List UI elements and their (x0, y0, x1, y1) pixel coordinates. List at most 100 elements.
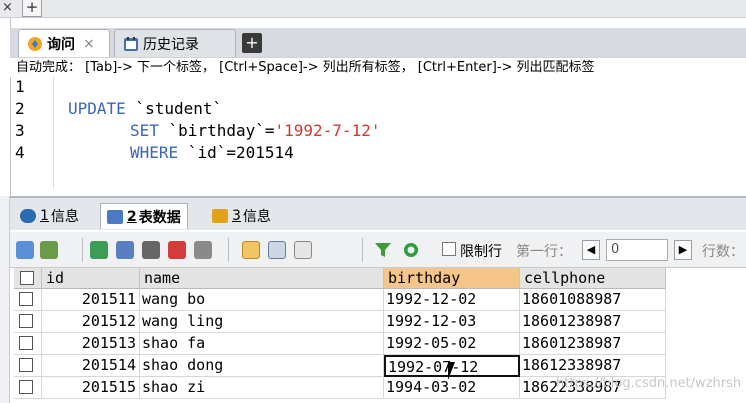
mouse-cursor-icon (448, 362, 462, 380)
row-selector[interactable] (14, 355, 42, 377)
rows-label: 行数： (702, 244, 744, 260)
column-header-cellphone[interactable]: cellphone (520, 268, 666, 289)
line-number-gutter: 1 2 3 4 (10, 77, 54, 189)
tab-label: 表数据 (138, 209, 181, 226)
sql-keyword: SET (130, 121, 159, 140)
add-tab-button[interactable]: + (242, 33, 262, 53)
toolbar-separator (82, 238, 83, 262)
line-number: 1 (15, 77, 25, 96)
first-row-input[interactable]: 0 (606, 239, 668, 261)
row-checkbox[interactable] (19, 358, 33, 372)
import-icon[interactable] (40, 241, 58, 259)
sql-text: `id`=201514 (178, 143, 294, 162)
tab-history[interactable]: 历史记录 (114, 29, 236, 57)
tab-query-label: 询问 (47, 36, 75, 53)
tab-close-icon[interactable]: × (83, 36, 95, 52)
refresh-icon[interactable] (402, 241, 420, 259)
form-view-icon[interactable] (268, 241, 286, 259)
row-selector[interactable] (14, 289, 42, 311)
discard-icon[interactable] (194, 241, 212, 259)
cell-cellphone[interactable]: 18601238987 (520, 311, 666, 333)
column-header-name[interactable]: name (140, 268, 384, 289)
cell-birthday[interactable]: 1992-12-02 (384, 289, 520, 311)
sql-keyword: UPDATE (68, 99, 126, 118)
tab-table-data[interactable]: 2 表数据 (100, 203, 188, 229)
tab-label: 信息 (242, 209, 271, 225)
cell-name[interactable]: wang ling (140, 311, 384, 333)
tab-info-1[interactable]: 1 信息 (14, 203, 85, 229)
table-icon (107, 209, 123, 224)
sql-string: '1992-7-12' (274, 121, 381, 140)
row-checkbox[interactable] (19, 336, 33, 350)
sql-text: `student` (125, 99, 223, 118)
window-topbar: × + (0, 0, 746, 18)
cell-id[interactable]: 201514 (42, 355, 140, 377)
row-selector[interactable] (14, 333, 42, 355)
limit-rows-checkbox[interactable] (442, 242, 456, 256)
row-checkbox[interactable] (19, 314, 33, 328)
column-header-id[interactable]: id (42, 268, 140, 289)
select-all-header[interactable] (14, 268, 42, 289)
row-selector[interactable] (14, 377, 42, 399)
results-toolbar: 限制行 第一行： ◀ 0 ▶ 行数： (10, 232, 746, 268)
text-view-icon[interactable] (294, 241, 312, 259)
row-selector[interactable] (14, 311, 42, 333)
info-icon (212, 209, 228, 223)
prev-page-button[interactable]: ◀ (582, 240, 600, 260)
cell-birthday[interactable]: 1992-05-02 (384, 333, 520, 355)
export-icon[interactable] (16, 241, 34, 259)
cell-cellphone[interactable]: 18612338987 (520, 355, 666, 377)
cell-name[interactable]: shao dong (140, 355, 384, 377)
query-icon (27, 36, 43, 52)
results-tabstrip: 1 信息 2 表数据 3 信息 (10, 196, 746, 230)
code-line-4: WHERE `id`=201514 (130, 143, 294, 162)
line-number: 2 (15, 99, 25, 118)
left-edge-panel (0, 196, 10, 403)
cell-name[interactable]: wang bo (140, 289, 384, 311)
watermark: https://blog.csdn.net/wzhrsh (556, 376, 742, 391)
info-icon (20, 209, 36, 223)
tab-number: 3 (232, 208, 241, 224)
editor-tabstrip: 询问 × 历史记录 + (10, 28, 746, 57)
cell-name[interactable]: shao zi (140, 377, 384, 399)
delete-icon[interactable] (168, 241, 186, 259)
tab-number: 2 (127, 208, 137, 225)
row-checkbox[interactable] (19, 292, 33, 306)
insert-row-icon[interactable] (90, 241, 108, 259)
cell-id[interactable]: 201515 (42, 377, 140, 399)
history-icon (123, 36, 139, 52)
tab-history-label: 历史记录 (143, 36, 199, 53)
tab-query[interactable]: 询问 × (18, 29, 110, 57)
limit-rows-label: 限制行 (460, 244, 502, 260)
next-page-button[interactable]: ▶ (674, 240, 692, 260)
cell-id[interactable]: 201512 (42, 311, 140, 333)
save-icon[interactable] (142, 241, 160, 259)
sql-code-editor[interactable]: 1 2 3 4 UPDATE `student` SET `birthday`=… (10, 77, 746, 189)
new-connection-button[interactable]: + (22, 0, 42, 17)
cell-id[interactable]: 201513 (42, 333, 140, 355)
duplicate-row-icon[interactable] (116, 241, 134, 259)
toolbar-separator (362, 238, 363, 262)
cell-cellphone[interactable]: 18601238987 (520, 333, 666, 355)
cell-birthday[interactable]: 1992-12-03 (384, 311, 520, 333)
close-icon[interactable]: × (2, 0, 13, 15)
cell-id[interactable]: 201511 (42, 289, 140, 311)
row-checkbox[interactable] (19, 380, 33, 394)
autocomplete-hint: 自动完成： [Tab]-> 下一个标签， [Ctrl+Space]-> 列出所有… (10, 57, 746, 77)
code-line-3: SET `birthday`='1992-7-12' (130, 121, 380, 140)
column-header-birthday[interactable]: birthday (384, 268, 520, 289)
tab-number: 1 (40, 208, 49, 224)
select-all-checkbox[interactable] (20, 271, 34, 285)
sql-keyword: WHERE (130, 143, 179, 162)
line-number: 4 (15, 143, 25, 162)
tab-info-3[interactable]: 3 信息 (206, 203, 277, 229)
cell-birthday[interactable]: 1994-03-02 (384, 377, 520, 399)
tab-label: 信息 (50, 209, 79, 225)
grid-view-icon[interactable] (242, 241, 260, 259)
filter-icon[interactable] (374, 241, 392, 259)
line-number: 3 (15, 121, 25, 140)
cell-cellphone[interactable]: 18601088987 (520, 289, 666, 311)
sql-text: `birthday`= (158, 121, 275, 140)
cell-name[interactable]: shao fa (140, 333, 384, 355)
code-line-2: UPDATE `student` (68, 99, 222, 118)
